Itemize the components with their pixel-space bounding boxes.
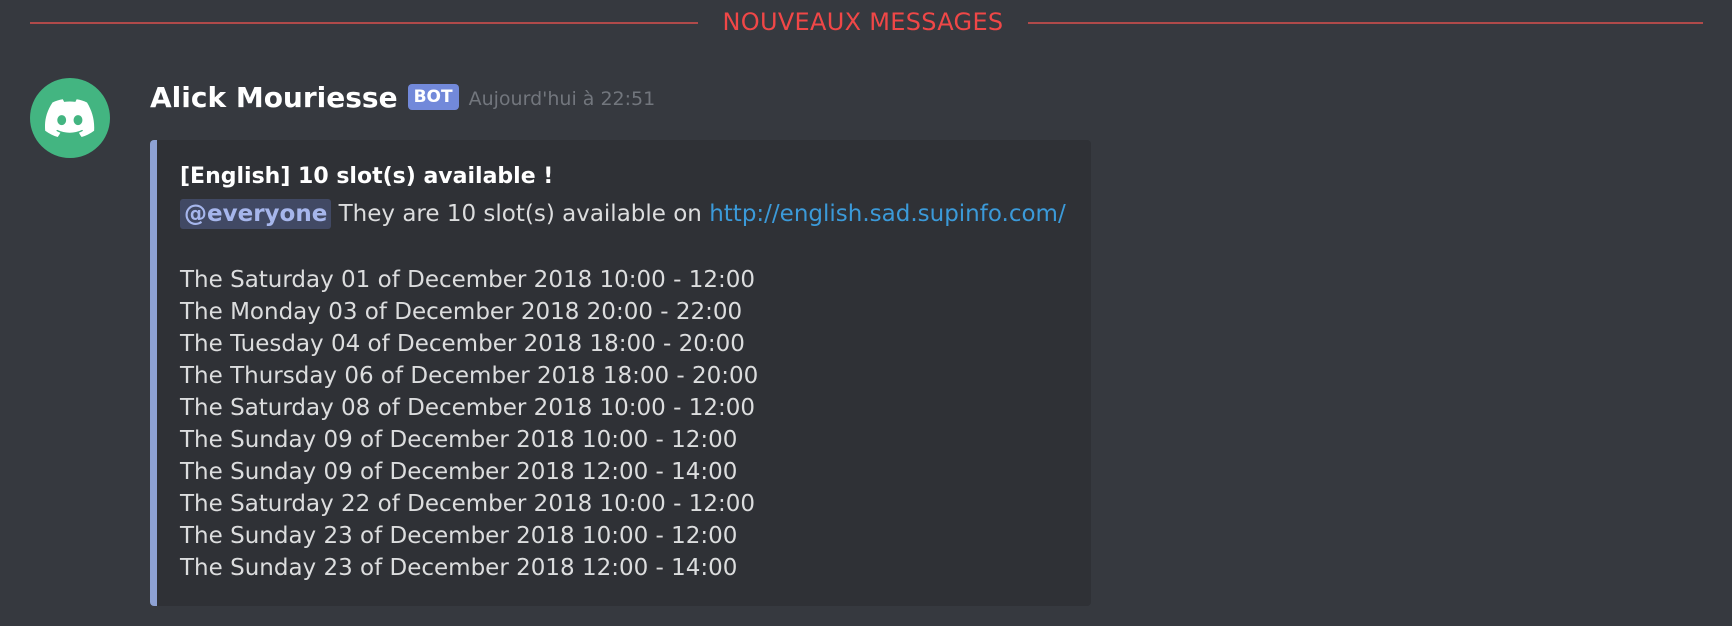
everyone-mention[interactable]: @everyone bbox=[180, 199, 332, 229]
message-timestamp: Aujourd'hui à 22:51 bbox=[468, 88, 656, 110]
divider-line-left bbox=[30, 22, 698, 24]
discord-logo-icon bbox=[45, 99, 95, 137]
slot-item: The Saturday 22 of December 2018 10:00 -… bbox=[180, 491, 756, 517]
slot-item: The Saturday 08 of December 2018 10:00 -… bbox=[180, 395, 756, 421]
slot-item: The Thursday 06 of December 2018 18:00 -… bbox=[180, 363, 759, 389]
embed-link[interactable]: http://english.sad.supinfo.com/ bbox=[709, 201, 1066, 227]
embed-description-text: They are 10 slot(s) available on bbox=[338, 201, 702, 227]
slot-list: The Saturday 01 of December 2018 10:00 -… bbox=[180, 264, 758, 584]
avatar[interactable] bbox=[30, 78, 110, 158]
embed-title: [English] 10 slot(s) available ! bbox=[180, 164, 554, 189]
embed-description: @everyone They are 10 slot(s) available … bbox=[180, 199, 1066, 229]
slot-item: The Monday 03 of December 2018 20:00 - 2… bbox=[180, 299, 743, 325]
bot-badge: BOT bbox=[407, 84, 459, 110]
slot-item: The Sunday 09 of December 2018 10:00 - 1… bbox=[180, 427, 738, 453]
slot-item: The Saturday 01 of December 2018 10:00 -… bbox=[180, 267, 756, 293]
divider-line-right bbox=[1028, 22, 1703, 24]
slot-item: The Tuesday 04 of December 2018 18:00 - … bbox=[180, 331, 745, 357]
slot-item: The Sunday 23 of December 2018 12:00 - 1… bbox=[180, 555, 738, 581]
new-messages-label: NOUVEAUX MESSAGES bbox=[722, 8, 1004, 36]
slot-item: The Sunday 23 of December 2018 10:00 - 1… bbox=[180, 523, 738, 549]
new-messages-divider: NOUVEAUX MESSAGES bbox=[30, 7, 1703, 37]
username[interactable]: Alick Mouriesse bbox=[150, 81, 398, 114]
slot-item: The Sunday 09 of December 2018 12:00 - 1… bbox=[180, 459, 738, 485]
message-header: Alick Mouriesse BOT Aujourd'hui à 22:51 bbox=[150, 77, 655, 117]
message-embed: [English] 10 slot(s) available ! @everyo… bbox=[150, 140, 1091, 606]
